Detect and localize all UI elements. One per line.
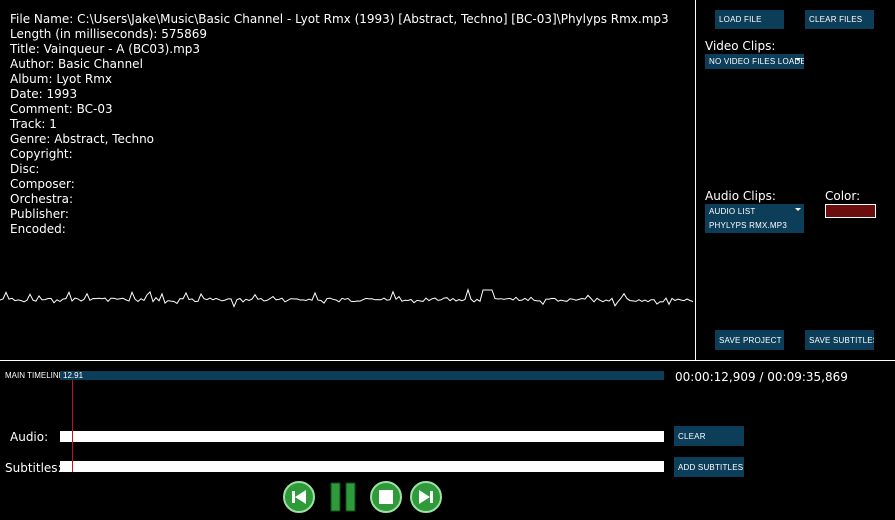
chevron-down-icon <box>795 208 801 211</box>
pause-icon[interactable] <box>327 481 359 513</box>
time-readout: 00:00:12,909 / 00:09:35,869 <box>675 370 848 384</box>
color-swatch[interactable] <box>825 204 876 218</box>
audio-dropdown-value: AUDIO LIST <box>709 207 756 216</box>
metadata-line: Author: Basic Channel <box>10 57 143 71</box>
timeline-area: MAIN TIMELINE 12.91 00:00:12,909 / 00:09… <box>0 360 895 520</box>
timeline-position-value: 12.91 <box>63 371 84 380</box>
metadata-line: Album: Lyot Rmx <box>10 72 112 86</box>
metadata-line: Copyright: <box>10 147 73 161</box>
audio-track[interactable] <box>60 431 664 442</box>
save-subtitles-button[interactable]: SAVE SUBTITLES <box>805 330 874 350</box>
metadata-line: Length (in milliseconds): 575869 <box>10 27 208 41</box>
stop-icon[interactable] <box>370 481 402 513</box>
metadata-line: Disc: <box>10 162 40 176</box>
audio-list-dropdown[interactable]: AUDIO LIST <box>705 204 804 219</box>
fast-forward-icon[interactable] <box>410 481 442 513</box>
metadata-line: Genre: Abstract, Techno <box>10 132 155 146</box>
audio-list-item[interactable]: PHYLYPS RMX.MP3 <box>705 219 804 233</box>
subtitles-track-label: Subtitles: <box>5 461 62 475</box>
video-clips-dropdown[interactable]: NO VIDEO FILES LOADED <box>705 54 804 69</box>
metadata-line: Encoded: <box>10 222 66 236</box>
video-dropdown-value: NO VIDEO FILES LOADED <box>709 57 804 66</box>
clear-files-button[interactable]: CLEAR FILES <box>805 10 874 29</box>
load-file-button[interactable]: LOAD FILE <box>715 10 784 29</box>
rewind-icon[interactable] <box>283 481 315 513</box>
video-clips-label: Video Clips: <box>705 39 776 53</box>
add-subtitles-button[interactable]: ADD SUBTITLES <box>674 457 744 477</box>
metadata-panel: File Name: C:\Users\Jake\Music\Basic Cha… <box>0 0 695 360</box>
chevron-down-icon <box>795 58 801 61</box>
metadata-line: Publisher: <box>10 207 69 221</box>
audio-waveform <box>0 288 694 308</box>
playhead[interactable] <box>72 380 73 472</box>
metadata-line: Date: 1993 <box>10 87 78 101</box>
metadata-line: Orchestra: <box>10 192 73 206</box>
main-timeline-bar[interactable]: 12.91 <box>60 371 664 380</box>
save-project-button[interactable]: SAVE PROJECT <box>715 330 784 350</box>
audio-track-label: Audio: <box>10 430 49 444</box>
main-timeline-label: MAIN TIMELINE <box>5 371 64 380</box>
clear-button[interactable]: CLEAR <box>674 426 744 446</box>
metadata-line: File Name: C:\Users\Jake\Music\Basic Cha… <box>10 12 669 26</box>
metadata-list: File Name: C:\Users\Jake\Music\Basic Cha… <box>10 12 669 237</box>
metadata-line: Composer: <box>10 177 75 191</box>
right-panel: LOAD FILE CLEAR FILES Video Clips: NO VI… <box>695 0 895 360</box>
metadata-line: Comment: BC-03 <box>10 102 113 116</box>
metadata-line: Title: Vainqueur - A (BC03).mp3 <box>10 42 201 56</box>
color-label: Color: <box>825 189 861 203</box>
audio-clips-label: Audio Clips: <box>705 189 776 203</box>
metadata-line: Track: 1 <box>10 117 57 131</box>
subtitles-track[interactable] <box>60 461 664 472</box>
